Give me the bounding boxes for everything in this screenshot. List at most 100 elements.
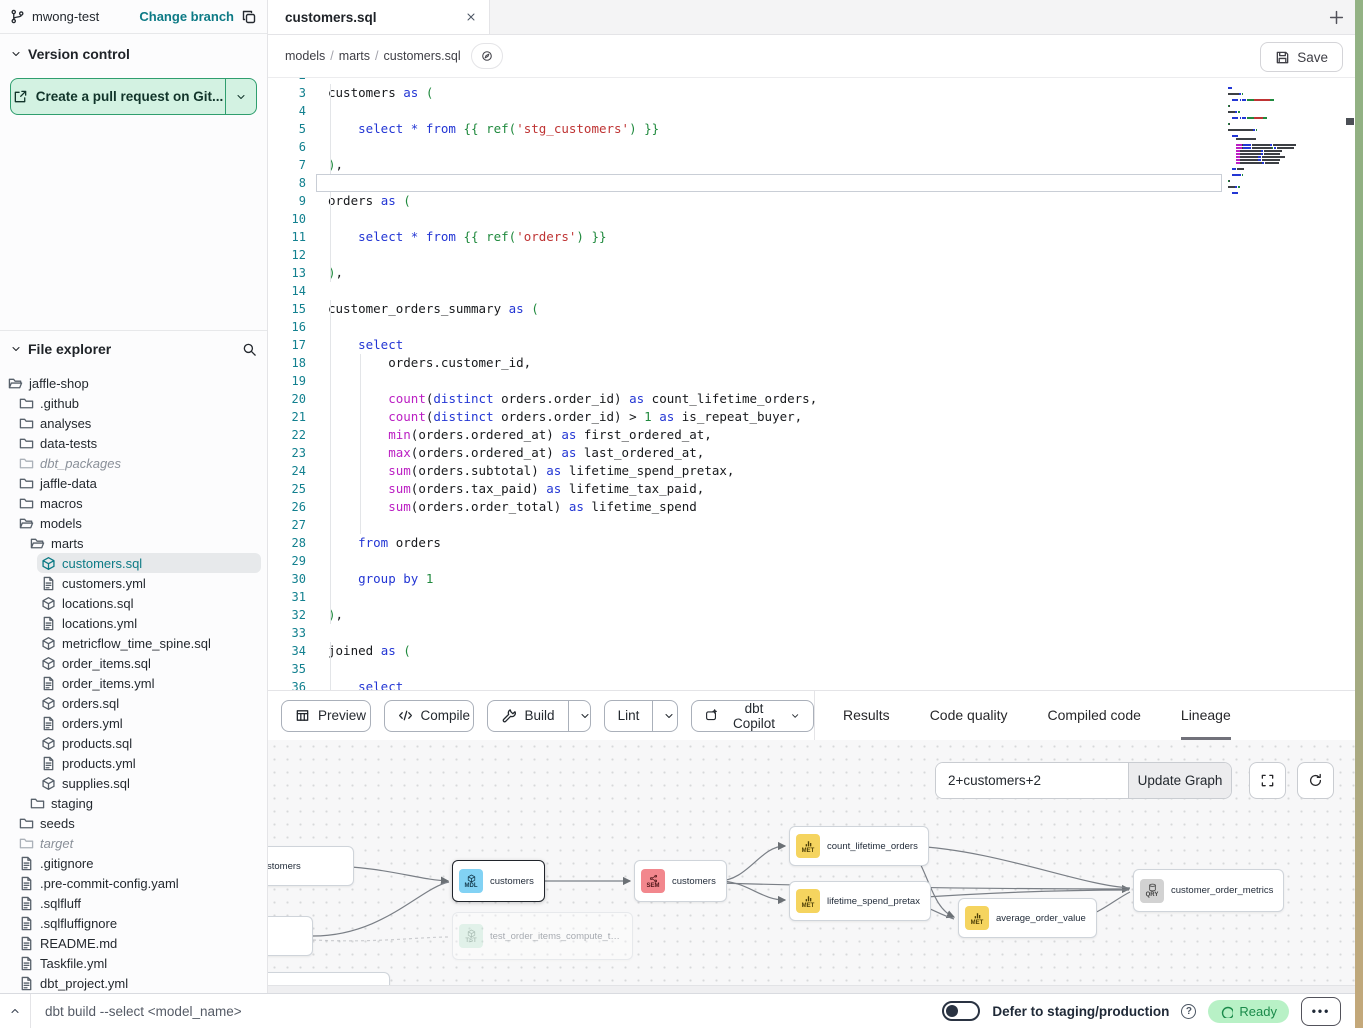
tree-item--sqlfluffignore[interactable]: .sqlfluffignore — [15, 913, 261, 933]
code-line-13[interactable]: ), — [316, 264, 1222, 282]
tree-item-orders-yml[interactable]: orders.yml — [37, 713, 261, 733]
copy-icon[interactable] — [241, 9, 257, 25]
breadcrumb-marts[interactable]: marts — [339, 49, 370, 63]
code-line-23[interactable]: max(orders.ordered_at) as last_ordered_a… — [316, 444, 1222, 462]
tree-item-order-items-yml[interactable]: order_items.yml — [37, 673, 261, 693]
code-line-31[interactable] — [316, 588, 1222, 606]
tree-item-macros[interactable]: macros — [15, 493, 261, 513]
dbt-copilot-button[interactable]: dbt Copilot — [691, 700, 814, 732]
tree-item-data-tests[interactable]: data-tests — [15, 433, 261, 453]
tree-item--github[interactable]: .github — [15, 393, 261, 413]
code-line-21[interactable]: count(distinct orders.order_id) > 1 as i… — [316, 408, 1222, 426]
lineage-node-test-order-items[interactable]: TSTtest_order_items_compute_to_bools... — [452, 912, 633, 960]
create-pr-caret[interactable] — [225, 79, 256, 114]
status-badge[interactable]: Ready — [1208, 1000, 1289, 1023]
tree-item-locations-yml[interactable]: locations.yml — [37, 613, 261, 633]
code-line-30[interactable]: group by 1 — [316, 570, 1222, 588]
code-line-33[interactable] — [316, 624, 1222, 642]
lineage-node-customers-semantic[interactable]: SEMcustomers — [634, 860, 727, 902]
tree-item--pre-commit-config-yaml[interactable]: .pre-commit-config.yaml — [15, 873, 261, 893]
code-line-12[interactable] — [316, 246, 1222, 264]
code-line-9[interactable]: orders as ( — [316, 192, 1222, 210]
code-line-10[interactable] — [316, 210, 1222, 228]
tree-item-marts[interactable]: marts — [26, 533, 261, 553]
code-line-18[interactable]: orders.customer_id, — [316, 354, 1222, 372]
scrollbar-thumb[interactable] — [1346, 118, 1354, 125]
tree-item-dbt-packages[interactable]: dbt_packages — [15, 453, 261, 473]
code-line-25[interactable]: sum(orders.tax_paid) as lifetime_tax_pai… — [316, 480, 1222, 498]
tree-item-jaffle-shop[interactable]: jaffle-shop — [4, 373, 261, 393]
tree-item-taskfile-yml[interactable]: Taskfile.yml — [15, 953, 261, 973]
defer-toggle[interactable] — [942, 1001, 980, 1021]
change-branch-link[interactable]: Change branch — [139, 9, 234, 24]
code-line-22[interactable]: min(orders.ordered_at) as first_ordered_… — [316, 426, 1222, 444]
lineage-selector-input[interactable] — [936, 763, 1128, 798]
collapse-panel-button[interactable] — [0, 1005, 30, 1017]
lineage-hscrollbar[interactable] — [268, 985, 1363, 993]
code-line-36[interactable]: select — [316, 678, 1222, 690]
tab-customers-sql[interactable]: customers.sql — [268, 0, 490, 34]
tree-item-supplies-sql[interactable]: supplies.sql — [37, 773, 261, 793]
lineage-node-average_order_value[interactable]: METaverage_order_value — [958, 898, 1097, 938]
lineage-node-customers-model[interactable]: MDLcustomers — [452, 860, 545, 902]
breadcrumb-models[interactable]: models — [285, 49, 325, 63]
panel-tab-lineage[interactable]: Lineage — [1181, 691, 1231, 740]
help-icon[interactable]: ? — [1181, 1004, 1196, 1019]
tree-item-metricflow-time-spine-sql[interactable]: metricflow_time_spine.sql — [37, 633, 261, 653]
code-line-29[interactable] — [316, 552, 1222, 570]
compile-button[interactable]: Compile — [384, 700, 475, 732]
minimap[interactable] — [1228, 86, 1312, 194]
lineage-node-lifetime_spend_pretax[interactable]: METlifetime_spend_pretax — [789, 881, 931, 921]
fullscreen-button[interactable] — [1249, 762, 1286, 799]
build-button[interactable]: Build — [487, 700, 590, 732]
lineage-canvas[interactable]: stg_customersorders MDLcustomers TSTtest_o… — [268, 740, 1363, 993]
code-line-6[interactable] — [316, 138, 1222, 156]
lint-button[interactable]: Lint — [604, 700, 679, 732]
tree-item-analyses[interactable]: analyses — [15, 413, 261, 433]
tree-item-locations-sql[interactable]: locations.sql — [37, 593, 261, 613]
panel-tab-code-quality[interactable]: Code quality — [930, 691, 1008, 740]
lineage-node-orders[interactable]: orders — [268, 916, 313, 956]
panel-tab-compiled-code[interactable]: Compiled code — [1048, 691, 1141, 740]
tree-item-staging[interactable]: staging — [26, 793, 261, 813]
code-line-17[interactable]: select — [316, 336, 1222, 354]
more-options-button[interactable]: ••• — [1301, 997, 1341, 1026]
lineage-node-stg_customers[interactable]: stg_customers — [268, 846, 354, 886]
update-graph-button[interactable]: Update Graph — [1128, 763, 1231, 798]
code-line-19[interactable] — [316, 372, 1222, 390]
lineage-node-count_lifetime_orders[interactable]: METcount_lifetime_orders — [789, 826, 929, 866]
breadcrumb-file[interactable]: customers.sql — [384, 49, 461, 63]
new-tab-button[interactable] — [1328, 0, 1345, 34]
code-line-5[interactable]: select * from {{ ref('stg_customers') }} — [316, 120, 1222, 138]
code-line-11[interactable]: select * from {{ ref('orders') }} — [316, 228, 1222, 246]
tree-item-customers-sql[interactable]: customers.sql — [37, 553, 261, 573]
code-line-14[interactable] — [316, 282, 1222, 300]
code-line-8[interactable] — [316, 174, 1222, 192]
build-dropdown[interactable] — [568, 701, 591, 731]
search-icon[interactable] — [242, 342, 257, 357]
code-line-4[interactable] — [316, 102, 1222, 120]
tree-item-products-yml[interactable]: products.yml — [37, 753, 261, 773]
tree-item-products-sql[interactable]: products.sql — [37, 733, 261, 753]
tree-item--sqlfluff[interactable]: .sqlfluff — [15, 893, 261, 913]
code-line-35[interactable] — [316, 660, 1222, 678]
file-explorer-header[interactable]: File explorer — [10, 341, 236, 357]
code-line-34[interactable]: joined as ( — [316, 642, 1222, 660]
code-line-7[interactable]: ), — [316, 156, 1222, 174]
command-input[interactable]: dbt build --select <model_name> — [45, 1004, 242, 1019]
code-area[interactable]: customers as ( select * from {{ ref('stg… — [316, 78, 1222, 690]
panel-tab-results[interactable]: Results — [843, 691, 890, 740]
lint-dropdown[interactable] — [652, 701, 678, 731]
refresh-graph-button[interactable] — [1297, 762, 1334, 799]
code-line-32[interactable]: ), — [316, 606, 1222, 624]
editor-scrollbar[interactable] — [1345, 78, 1355, 690]
create-pr-button[interactable]: Create a pull request on Git... — [10, 78, 257, 115]
tree-item-order-items-sql[interactable]: order_items.sql — [37, 653, 261, 673]
ide-action-button[interactable] — [471, 43, 503, 69]
tree-item-orders-sql[interactable]: orders.sql — [37, 693, 261, 713]
code-line-20[interactable]: count(distinct orders.order_id) as count… — [316, 390, 1222, 408]
version-control-header[interactable]: Version control — [10, 46, 257, 62]
code-line-27[interactable] — [316, 516, 1222, 534]
code-line-16[interactable] — [316, 318, 1222, 336]
code-line-15[interactable]: customer_orders_summary as ( — [316, 300, 1222, 318]
